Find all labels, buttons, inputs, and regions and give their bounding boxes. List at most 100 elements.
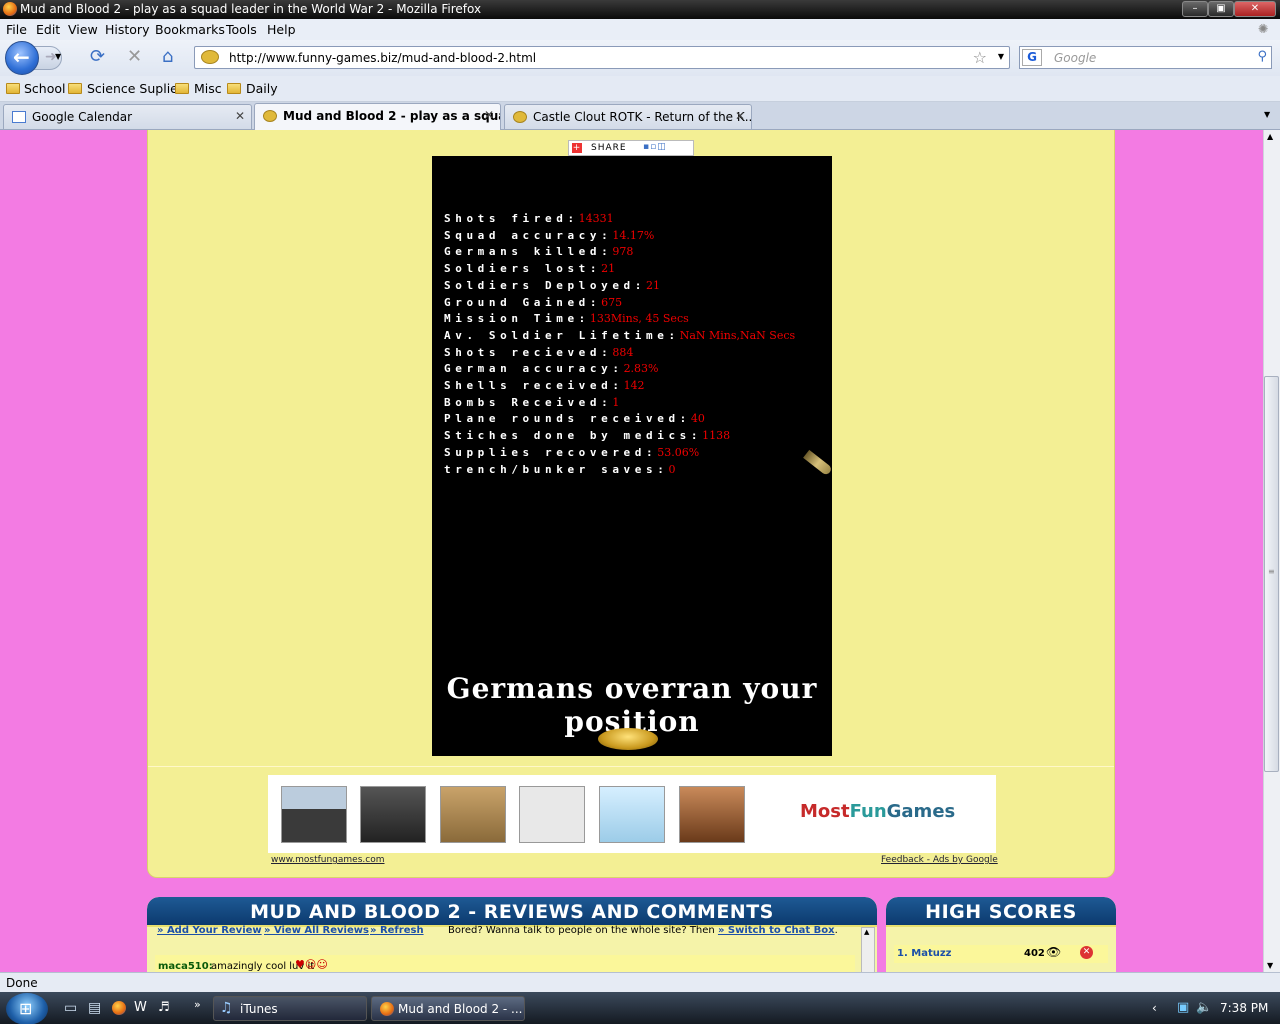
stat-row: Soldiers lost:21 bbox=[444, 262, 615, 275]
word-quicklaunch-icon[interactable]: W bbox=[134, 1000, 147, 1015]
ads-by-google-link[interactable]: Feedback - Ads by Google bbox=[881, 855, 998, 865]
game-thumbnail[interactable] bbox=[679, 786, 745, 843]
game-thumbnail[interactable] bbox=[599, 786, 665, 843]
divider bbox=[148, 766, 1114, 767]
menu-help[interactable]: Help bbox=[267, 22, 296, 37]
bookmark-school[interactable]: School bbox=[24, 81, 66, 96]
menu-tools[interactable]: Tools bbox=[226, 22, 257, 37]
stat-value: 14.17% bbox=[612, 228, 655, 242]
tray-expand-icon[interactable]: ‹ bbox=[1152, 1001, 1157, 1015]
remove-icon[interactable]: ✕ bbox=[1080, 946, 1093, 959]
tab-close-icon[interactable]: ✕ bbox=[735, 109, 745, 123]
bookmarks-toolbar: School Science Suplies Misc Daily bbox=[0, 76, 1280, 102]
stat-value: 21 bbox=[646, 278, 661, 292]
mostfungames-link[interactable]: www.mostfungames.com bbox=[271, 855, 385, 865]
search-box[interactable]: G Google ⚲ bbox=[1019, 46, 1272, 69]
menu-history[interactable]: History bbox=[105, 22, 149, 37]
menu-bookmarks[interactable]: Bookmarks bbox=[155, 22, 225, 37]
stat-row: Mission Time:133Mins, 45 Secs bbox=[444, 312, 689, 325]
tab-mud-and-blood[interactable]: Mud and Blood 2 - play as a squad ... ✕ bbox=[254, 103, 501, 130]
calendar-icon bbox=[12, 111, 26, 123]
maximize-button[interactable]: ▣ bbox=[1208, 1, 1234, 17]
back-button[interactable]: ← bbox=[5, 41, 39, 75]
stat-row: Shots fired:14331 bbox=[444, 212, 614, 225]
stat-value: 14331 bbox=[578, 212, 614, 225]
minimize-button[interactable]: – bbox=[1182, 1, 1208, 17]
game-thumbnail[interactable] bbox=[281, 786, 347, 843]
stat-row: Shells received:142 bbox=[444, 379, 645, 392]
close-window-button[interactable]: ✕ bbox=[1234, 1, 1276, 17]
share-button[interactable]: + SHARE ▪▫◫ bbox=[568, 140, 694, 156]
tab-close-icon[interactable]: ✕ bbox=[235, 109, 245, 123]
menu-edit[interactable]: Edit bbox=[36, 22, 60, 37]
quicklaunch-more-icon[interactable]: » bbox=[194, 998, 201, 1011]
stat-label: Soldiers Deployed: bbox=[444, 278, 647, 292]
tab-google-calendar[interactable]: Google Calendar ✕ bbox=[3, 104, 252, 129]
reviews-scrollbar[interactable]: ▲ bbox=[861, 927, 875, 977]
high-scores-title: HIGH SCORES bbox=[886, 897, 1116, 927]
bookmark-daily[interactable]: Daily bbox=[246, 81, 278, 96]
ad-banner[interactable]: MostFunGames bbox=[268, 775, 996, 853]
bookmark-science-suplies[interactable]: Science Suplies bbox=[87, 81, 184, 96]
tab-list-dropdown-icon[interactable]: ▼ bbox=[1264, 110, 1270, 119]
search-icon[interactable]: ⚲ bbox=[1257, 49, 1267, 64]
stat-row: German accuracy:2.83% bbox=[444, 362, 659, 375]
folder-icon bbox=[227, 83, 241, 94]
game-thumbnail[interactable] bbox=[360, 786, 426, 843]
refresh-link[interactable]: » Refresh bbox=[370, 925, 424, 936]
taskbar-label: Mud and Blood 2 - ... bbox=[398, 1002, 523, 1016]
reviews-panel: MUD AND BLOOD 2 - REVIEWS AND COMMENTS »… bbox=[147, 897, 877, 977]
bookmark-misc[interactable]: Misc bbox=[194, 81, 222, 96]
switch-windows-icon[interactable]: ▤ bbox=[88, 1000, 101, 1016]
game-thumbnail[interactable] bbox=[440, 786, 506, 843]
share-label: SHARE bbox=[591, 143, 627, 153]
back-arrow-icon: ← bbox=[13, 45, 30, 69]
score-player[interactable]: 1. Matuzz bbox=[897, 948, 951, 959]
menu-file[interactable]: File bbox=[6, 22, 27, 37]
app-quicklaunch-icon[interactable]: ♬ bbox=[158, 1000, 170, 1015]
taskbar-firefox[interactable]: Mud and Blood 2 - ... bbox=[371, 996, 525, 1021]
scroll-up-icon[interactable]: ▲ bbox=[864, 928, 869, 936]
tab-label: Mud and Blood 2 - play as a squad ... bbox=[283, 109, 500, 123]
firefox-quicklaunch-icon[interactable] bbox=[112, 1001, 126, 1015]
tab-castle-clout[interactable]: Castle Clout ROTK - Return of the K... ✕ bbox=[504, 104, 752, 129]
reload-icon[interactable]: ⟳ bbox=[90, 46, 105, 67]
scrollbar-thumb[interactable]: ≡ bbox=[1264, 376, 1279, 772]
url-bar[interactable]: http://www.funny-games.biz/mud-and-blood… bbox=[194, 46, 1010, 69]
start-button[interactable]: ⊞ bbox=[6, 993, 48, 1024]
scroll-up-icon[interactable]: ▲ bbox=[1267, 132, 1273, 141]
reviews-title: MUD AND BLOOD 2 - REVIEWS AND COMMENTS bbox=[147, 897, 877, 927]
folder-icon bbox=[68, 83, 82, 94]
taskbar-label: iTunes bbox=[240, 1002, 278, 1016]
menu-view[interactable]: View bbox=[68, 22, 98, 37]
bookmark-star-icon[interactable]: ☆ bbox=[973, 48, 987, 67]
review-user[interactable]: maca510: bbox=[158, 961, 213, 972]
mostfungames-logo[interactable]: MostFunGames bbox=[800, 801, 955, 822]
history-dropdown-icon[interactable]: ▼ bbox=[55, 52, 61, 61]
taskbar-clock[interactable]: 7:38 PM bbox=[1220, 1001, 1268, 1015]
chat-prompt-end: . bbox=[834, 925, 838, 936]
scroll-down-icon[interactable]: ▼ bbox=[1267, 961, 1273, 970]
switch-chat-link[interactable]: » Switch to Chat Box bbox=[718, 925, 835, 936]
url-dropdown-icon[interactable]: ▼ bbox=[998, 52, 1004, 61]
add-review-link[interactable]: » Add Your Review bbox=[157, 925, 262, 936]
stat-label: Soldiers lost: bbox=[444, 262, 602, 276]
status-bar: Done bbox=[0, 972, 1280, 992]
stat-value: 675 bbox=[601, 295, 623, 309]
eye-icon[interactable]: 👁 bbox=[1046, 945, 1061, 959]
google-engine-icon[interactable]: G bbox=[1022, 49, 1042, 66]
stop-icon[interactable]: ✕ bbox=[127, 46, 142, 67]
network-icon[interactable]: ▣ bbox=[1177, 1000, 1189, 1015]
site-favicon-icon bbox=[513, 111, 527, 123]
tab-close-icon[interactable]: ✕ bbox=[484, 108, 494, 122]
home-icon[interactable]: ⌂ bbox=[162, 46, 173, 67]
game-thumbnail[interactable] bbox=[519, 786, 585, 843]
plus-icon: + bbox=[572, 143, 582, 153]
show-desktop-icon[interactable]: ▭ bbox=[64, 1000, 77, 1016]
volume-icon[interactable]: 🔈 bbox=[1196, 1000, 1212, 1015]
taskbar-itunes[interactable]: ♫ iTunes bbox=[213, 996, 367, 1021]
view-reviews-link[interactable]: » View All Reviews bbox=[264, 925, 369, 936]
site-favicon-icon bbox=[263, 110, 277, 122]
continue-coin-button[interactable] bbox=[598, 728, 658, 750]
stat-label: Av. Soldier Lifetime: bbox=[444, 328, 680, 342]
